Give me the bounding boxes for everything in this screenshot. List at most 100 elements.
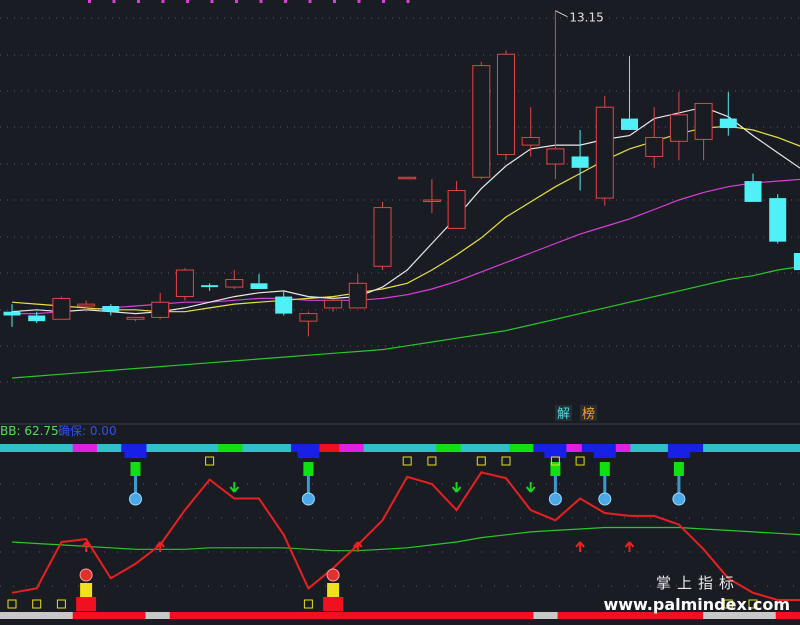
top-bar-segment xyxy=(509,444,534,452)
indicator-legend-bb: BB: 62.75 xyxy=(0,424,59,438)
blue-ball-marker xyxy=(548,492,562,506)
bottom-bar-segment xyxy=(193,612,219,619)
candle-body xyxy=(744,181,762,202)
indicator-line-green xyxy=(11,526,800,552)
top-dot xyxy=(235,0,238,3)
candle-body xyxy=(472,65,491,178)
yellow-square-marker xyxy=(205,456,215,466)
watermark: 掌上指标 www.palmindex.com xyxy=(580,572,790,614)
candle-body xyxy=(201,285,219,288)
top-dot xyxy=(333,0,336,3)
yellow-square-marker xyxy=(501,456,511,466)
blue-ball-marker xyxy=(301,492,315,506)
bottom-bar-segment xyxy=(121,612,146,619)
top-bar-segment xyxy=(169,444,195,452)
top-dot xyxy=(259,0,263,3)
red-up-arrow xyxy=(575,541,585,552)
bottom-bar-segment xyxy=(48,612,74,619)
bottom-bar-segment xyxy=(387,612,413,619)
yellow-square-marker xyxy=(303,599,313,609)
top-dot xyxy=(382,0,385,3)
max-price-label: 13.15 xyxy=(569,11,603,25)
blue-marker-head xyxy=(667,444,690,458)
red-block xyxy=(76,597,97,611)
top-bar-segment xyxy=(242,444,268,452)
bottom-bar-segment xyxy=(0,612,25,619)
candle-body xyxy=(595,106,614,199)
candle-body xyxy=(102,306,120,312)
bottom-bar-segment xyxy=(290,612,316,619)
green-down-arrow xyxy=(451,482,462,493)
candle-body xyxy=(324,299,343,309)
candle-body xyxy=(225,279,244,288)
top-dot xyxy=(186,0,189,3)
bottom-bar-segment xyxy=(363,612,389,619)
top-bar-segment xyxy=(24,444,49,452)
top-dot xyxy=(161,0,165,3)
top-dot xyxy=(357,0,361,3)
top-bar-segment xyxy=(751,444,777,452)
watermark-url: www.palmindex.com xyxy=(603,595,790,614)
bottom-bar-segment xyxy=(266,612,292,619)
top-dot xyxy=(406,0,410,3)
candle-body xyxy=(299,313,318,322)
candle-body xyxy=(373,207,392,267)
green-marker-block xyxy=(599,462,610,476)
candle-body xyxy=(52,297,71,320)
top-dot xyxy=(112,0,116,3)
top-bar-segment xyxy=(412,444,437,452)
candle-body xyxy=(645,137,664,157)
candle-body xyxy=(77,303,96,307)
indicator-legend-2: 确保: 0.00 xyxy=(58,424,117,438)
yellow-square-marker xyxy=(7,599,17,609)
top-bar-segment xyxy=(72,444,98,452)
ma10-line xyxy=(11,125,800,313)
bottom-bar-segment xyxy=(557,612,583,619)
candle-body xyxy=(621,118,638,130)
blue-marker-head xyxy=(544,444,567,458)
candle-body xyxy=(571,156,589,168)
candle-body xyxy=(694,102,713,140)
candle-body xyxy=(175,269,194,298)
top-dot xyxy=(88,0,91,3)
candle-body xyxy=(546,148,565,165)
top-bar-segment xyxy=(484,444,510,452)
green-marker-block xyxy=(673,462,684,476)
yellow-block xyxy=(80,583,93,597)
top-bar-segment xyxy=(727,444,753,452)
bottom-bar-segment xyxy=(533,612,559,619)
bottom-bar-segment xyxy=(509,612,534,619)
bottom-bar-segment xyxy=(315,612,340,619)
candle-body xyxy=(447,190,466,229)
green-marker-block xyxy=(303,462,314,476)
bottom-bar-segment xyxy=(242,612,268,619)
candle-body xyxy=(521,137,540,146)
yellow-square-marker xyxy=(427,456,437,466)
candle-body xyxy=(719,118,737,129)
bottom-bar-segment xyxy=(145,612,171,619)
candle-body xyxy=(250,283,268,289)
blue-marker-head xyxy=(297,444,320,458)
top-bar-segment xyxy=(363,444,389,452)
top-bar-segment xyxy=(266,444,292,452)
top-dot xyxy=(284,0,287,3)
bottom-bar-segment xyxy=(436,612,462,619)
yellow-square-marker xyxy=(32,599,42,609)
top-bar-segment xyxy=(339,444,365,452)
candle-body xyxy=(497,53,515,156)
candle-body xyxy=(151,301,170,318)
candle-body xyxy=(348,282,367,309)
bottom-bar-segment xyxy=(460,612,486,619)
ma20-line xyxy=(12,178,800,315)
top-dot xyxy=(308,0,312,3)
top-bar-segment xyxy=(387,444,413,452)
red-up-arrow xyxy=(155,541,165,552)
top-bar-segment xyxy=(193,444,219,452)
bottom-bar-segment xyxy=(218,612,243,619)
chart-canvas: 13.15 解 榜 BB: 62.75 确保: 0.00 xyxy=(0,0,800,619)
bottom-bar-segment xyxy=(169,612,195,619)
candle-body xyxy=(28,315,46,322)
bottom-bar-segment xyxy=(24,612,49,619)
top-bar-segment xyxy=(460,444,486,452)
annotation-text: 解 xyxy=(557,407,570,422)
